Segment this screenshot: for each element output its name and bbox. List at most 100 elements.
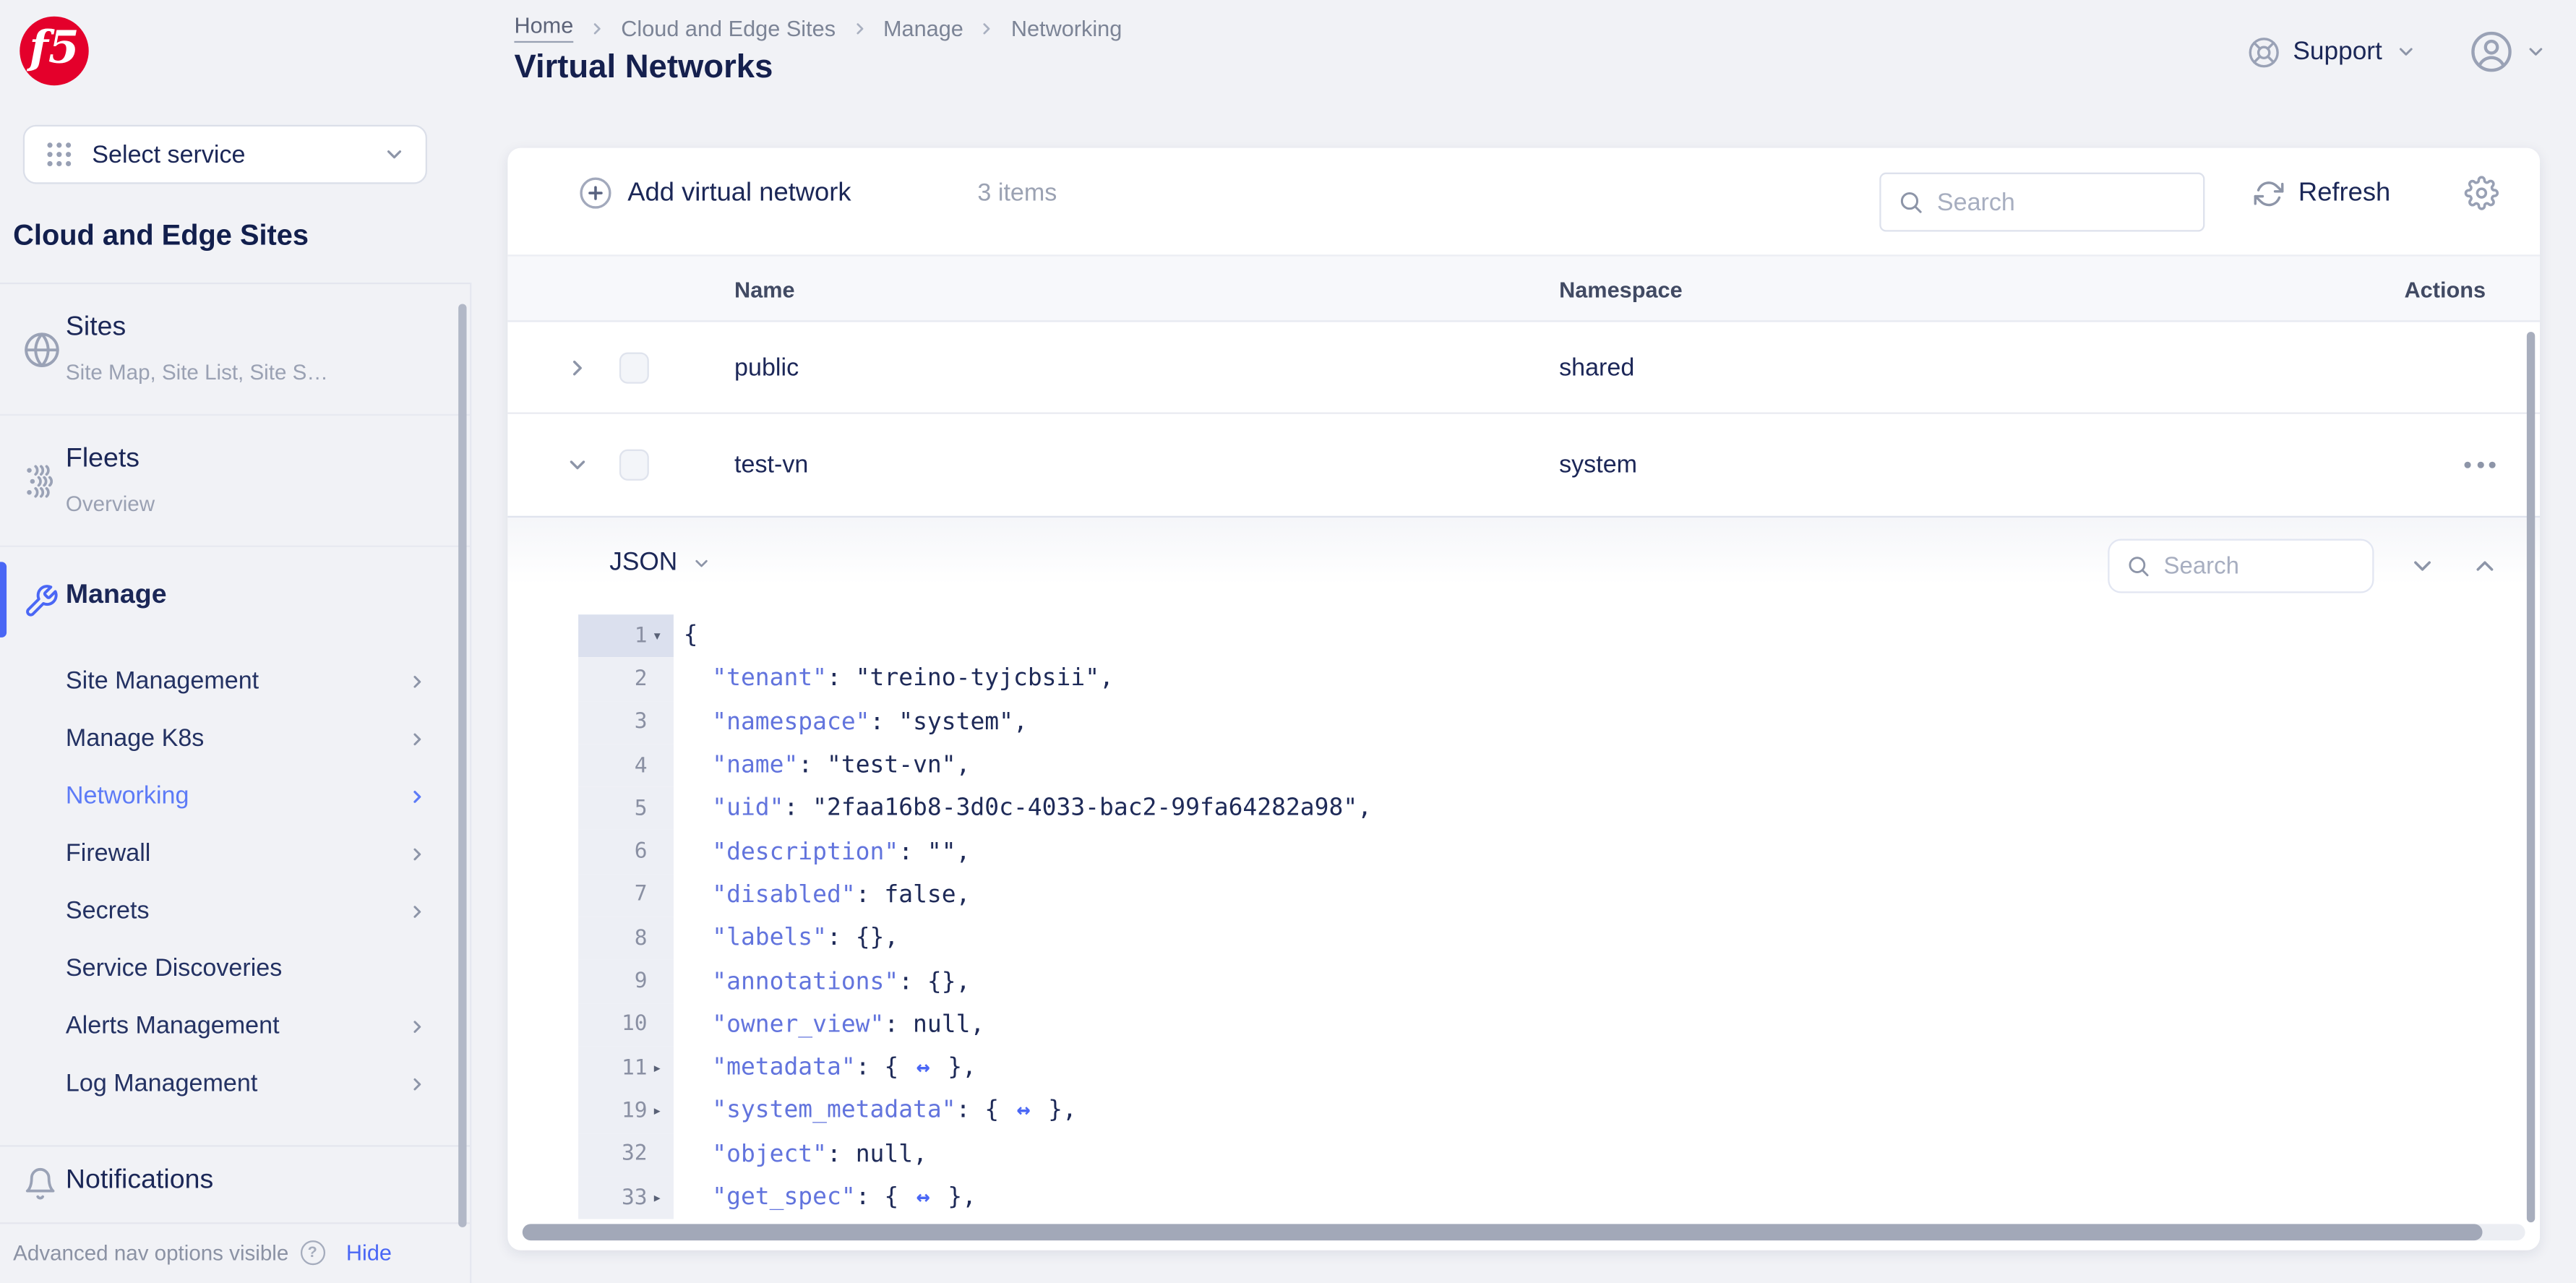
f5-logo[interactable]: f5: [20, 16, 89, 86]
search-placeholder: Search: [2163, 552, 2239, 580]
line-number: 6: [578, 830, 674, 874]
sidebar-item-log-management[interactable]: Log Management: [0, 1055, 470, 1112]
lifebuoy-icon: [2247, 35, 2280, 68]
breadcrumb: Home Cloud and Edge Sites Manage Network…: [514, 13, 1122, 43]
refresh-button[interactable]: Refresh: [2254, 148, 2390, 239]
wrench-icon: [23, 583, 59, 619]
json-code-line: 10 "owner_view": null,: [578, 1003, 2540, 1047]
cell-name: test-vn: [734, 450, 809, 479]
code-fold-toggle-icon[interactable]: ▾: [652, 627, 674, 645]
table-row: public shared: [507, 322, 2541, 414]
sidebar-item-firewall[interactable]: Firewall: [0, 825, 470, 883]
sidebar-item-networking[interactable]: Networking: [0, 767, 470, 825]
format-selector[interactable]: JSON: [609, 549, 712, 578]
gear-icon[interactable]: [2464, 176, 2499, 210]
format-label: JSON: [609, 549, 678, 577]
avatar-icon: [2469, 30, 2513, 74]
json-code-editor: 1 ▾ { 2 "tenant": "treino-tyjcbsii", 3 "n…: [507, 614, 2540, 1219]
app-grid-icon: [44, 140, 74, 169]
expand-row-icon[interactable]: [565, 355, 590, 379]
json-code-line: 9 "annotations": {},: [578, 960, 2540, 1004]
column-header-name: Name: [734, 278, 795, 303]
manage-subnav: Site Management Manage K8s Networking Fi…: [0, 652, 470, 1112]
sidebar-scrollbar[interactable]: [458, 304, 467, 1227]
fold-expand-icon[interactable]: ↔: [913, 1185, 933, 1211]
search-icon: [2126, 554, 2150, 578]
chevron-right-icon: [408, 844, 427, 863]
refresh-icon: [2254, 179, 2284, 208]
json-detail-panel: JSON Search 1 ▾ {2 "tenant": "treino-t…: [507, 517, 2541, 1224]
sidebar-item-manage[interactable]: Manage: [0, 549, 470, 652]
sidebar-item-manage-k8s[interactable]: Manage K8s: [0, 710, 470, 768]
help-icon[interactable]: ?: [300, 1240, 325, 1266]
sidebar-item-service-discoveries[interactable]: Service Discoveries: [0, 940, 470, 997]
json-search-nav: [2408, 539, 2499, 593]
json-code-line: 32 "object": null,: [578, 1133, 2540, 1177]
code-fold-toggle-icon[interactable]: ▸: [652, 1059, 674, 1077]
page-header: Home Cloud and Edge Sites Manage Network…: [471, 0, 2576, 102]
vertical-scrollbar-thumb[interactable]: [2526, 332, 2536, 1223]
select-service-dropdown[interactable]: Select service: [22, 124, 427, 184]
support-menu[interactable]: Support: [2247, 35, 2417, 68]
row-checkbox[interactable]: [619, 449, 649, 481]
breadcrumb-cloud-edge-sites[interactable]: Cloud and Edge Sites: [621, 16, 836, 40]
line-number: 7: [578, 873, 674, 917]
chevron-right-icon: [408, 729, 427, 748]
line-number: 3: [578, 700, 674, 745]
breadcrumb-manage[interactable]: Manage: [883, 16, 963, 40]
fold-expand-icon[interactable]: ↔: [1013, 1098, 1034, 1124]
fold-expand-icon[interactable]: ↔: [913, 1055, 933, 1081]
chevron-right-icon: [408, 1016, 427, 1036]
cell-namespace: system: [1559, 450, 1638, 479]
plus-circle-icon: [578, 176, 613, 210]
json-code-line: 5 "uid": "2faa16b8-3d0c-4033-bac2-99fa64…: [578, 787, 2540, 831]
user-menu[interactable]: [2469, 30, 2546, 74]
sidebar-item-label: Manage: [65, 580, 167, 610]
virtual-networks-card: Add virtual network 3 items Search Refre…: [507, 147, 2541, 1250]
chevron-down-icon: [2395, 41, 2417, 63]
horizontal-scrollbar-thumb[interactable]: [522, 1224, 2483, 1241]
line-number: 10: [578, 1003, 674, 1047]
sidebar-item-notifications[interactable]: Notifications: [0, 1147, 470, 1223]
chevron-down-icon: [383, 143, 406, 166]
code-fold-toggle-icon[interactable]: ▸: [652, 1189, 674, 1207]
chevron-down-icon[interactable]: [2408, 552, 2437, 580]
sidebar-footer: Advanced nav options visible ? Hide: [13, 1222, 470, 1283]
line-number: 11 ▸: [578, 1046, 674, 1090]
collapse-row-icon[interactable]: [565, 452, 590, 477]
json-code-line: 3 "namespace": "system",: [578, 700, 2540, 745]
main-content: Home Cloud and Edge Sites Manage Network…: [471, 0, 2576, 1283]
add-virtual-network-button[interactable]: Add virtual network: [578, 148, 851, 239]
sidebar-section-title: Cloud and Edge Sites: [13, 218, 309, 252]
breadcrumb-networking[interactable]: Networking: [1011, 16, 1122, 40]
chevron-right-icon: [408, 786, 427, 806]
active-indicator: [0, 562, 7, 638]
select-service-label: Select service: [92, 140, 246, 168]
sidebar-item-site-management[interactable]: Site Management: [0, 652, 470, 710]
horizontal-scrollbar[interactable]: [522, 1224, 2525, 1241]
chevron-up-icon[interactable]: [2471, 552, 2499, 580]
hide-link[interactable]: Hide: [346, 1240, 392, 1265]
sidebar-item-secrets[interactable]: Secrets: [0, 883, 470, 940]
row-actions-menu[interactable]: [2464, 461, 2496, 468]
sidebar: f5 Select service Cloud and Edge Sites S…: [0, 0, 472, 1283]
json-search-input[interactable]: Search: [2108, 538, 2374, 593]
row-checkbox[interactable]: [619, 351, 649, 383]
sidebar-item-alerts-management[interactable]: Alerts Management: [0, 997, 470, 1055]
line-number: 5: [578, 787, 674, 831]
sidebar-item-sites[interactable]: Sites Site Map, Site List, Site S…: [0, 284, 471, 416]
chevron-right-icon: [408, 901, 427, 921]
f5-logo-text: f5: [29, 22, 80, 74]
code-fold-toggle-icon[interactable]: ▸: [652, 1102, 674, 1120]
table-search-input[interactable]: Search: [1879, 172, 2205, 232]
search-placeholder: Search: [1936, 188, 2015, 216]
json-code-line: 4 "name": "test-vn",: [578, 744, 2540, 788]
sidebar-item-fleets[interactable]: Fleets Overview: [0, 416, 471, 547]
column-header-namespace: Namespace: [1559, 278, 1683, 303]
search-icon: [1897, 189, 1923, 215]
fleets-icon: [23, 462, 61, 499]
line-number: 9: [578, 960, 674, 1004]
line-number: 2: [578, 657, 674, 701]
line-number: 19 ▸: [578, 1089, 674, 1133]
breadcrumb-home[interactable]: Home: [514, 13, 574, 43]
